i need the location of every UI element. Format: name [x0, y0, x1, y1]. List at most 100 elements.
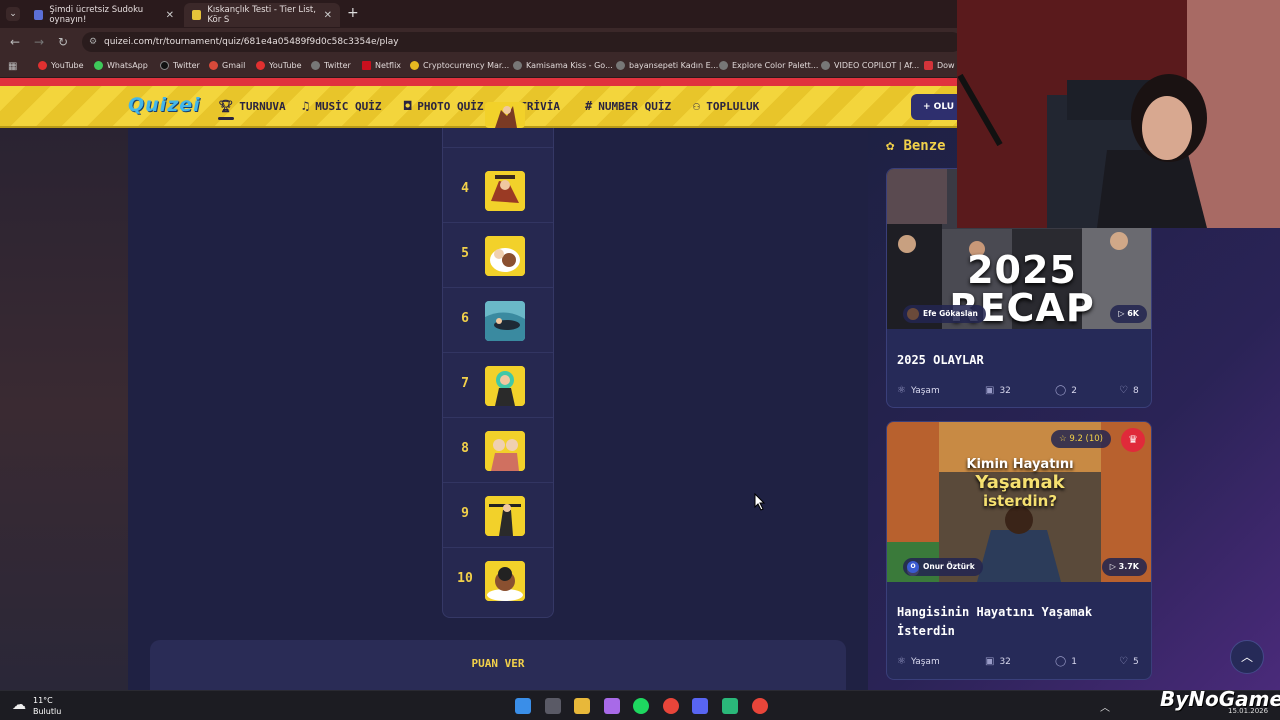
play-icon: ▷	[1118, 309, 1128, 318]
copilot-icon[interactable]	[604, 698, 620, 714]
youtube-icon	[38, 61, 47, 70]
quiz-card-title[interactable]: 2025 OLAYLAR	[897, 351, 984, 370]
avatar: O	[907, 561, 919, 573]
gmail-icon	[209, 61, 218, 70]
rating-badge: ☆ 9.2 (10)	[1051, 430, 1111, 448]
browser-tab-quiz[interactable]: Kıskançlık Testi - Tier List, Kör S ✕	[184, 3, 340, 27]
quiz-category: ⚛ Yaşam	[897, 656, 940, 667]
quiz-category: ⚛ Yaşam	[897, 385, 940, 396]
globe-icon	[821, 61, 830, 70]
comment-count[interactable]: ◯ 1	[1055, 656, 1077, 667]
tray-chevron-icon[interactable]: ︿	[1100, 699, 1110, 714]
streamer-video-frame	[957, 0, 1280, 228]
comment-icon: ◯	[1055, 656, 1067, 667]
left-gutter	[0, 128, 128, 690]
question-count: ▣ 32	[985, 656, 1011, 667]
file-explorer-icon[interactable]	[574, 698, 590, 714]
bookmark-video-copilot[interactable]: VIDEO COPILOT | Af...	[821, 61, 919, 70]
camera-icon: ◘	[404, 99, 412, 113]
comment-count[interactable]: ◯ 2	[1055, 385, 1077, 396]
heart-icon: ♡	[1119, 385, 1128, 396]
music-note-icon: ♫	[302, 99, 310, 113]
weather-icon[interactable]: ☁	[12, 697, 26, 713]
rating-title: PUAN VER	[471, 657, 525, 670]
bookmark-twitter[interactable]: Twitter	[160, 61, 200, 70]
bookmark-bayansepeti[interactable]: bayansepeti Kadın E...	[616, 61, 718, 70]
whatsapp-icon	[94, 61, 103, 70]
category-icon: ⚛	[897, 385, 906, 396]
scroll-to-top-button[interactable]: ︿	[1230, 640, 1264, 674]
question-count: ▣ 32	[985, 385, 1011, 396]
rank-number: 8	[461, 441, 469, 456]
x-icon	[160, 61, 169, 70]
discord-icon[interactable]	[692, 698, 708, 714]
browser-tab-sudoku[interactable]: Şimdi ücretsiz Sudoku oynayın! ✕	[26, 3, 182, 27]
like-count[interactable]: ♡ 8	[1119, 385, 1139, 396]
ranking-row: 7	[443, 354, 553, 418]
bookmark-twitter-2[interactable]: Twitter	[311, 61, 351, 70]
quiz-author-badge[interactable]: O Onur Öztürk	[903, 558, 983, 576]
quizei-favicon-icon	[192, 10, 202, 20]
bookmark-gmail[interactable]: Gmail	[209, 61, 245, 70]
trophy-icon: 🏆︎	[218, 99, 234, 113]
chrome-active-icon[interactable]	[752, 698, 768, 714]
bookmark-whatsapp[interactable]: WhatsApp	[94, 61, 148, 70]
ranking-item-image[interactable]	[485, 431, 525, 471]
close-tab-icon[interactable]: ✕	[166, 10, 174, 21]
images-icon: ▣	[985, 656, 995, 667]
ranking-row: 8	[443, 419, 553, 483]
start-icon[interactable]	[515, 698, 531, 714]
bookmark-download[interactable]: Dow	[924, 61, 955, 70]
mouse-cursor-icon	[754, 493, 766, 511]
nav-active-indicator	[218, 117, 234, 120]
task-view-icon[interactable]	[545, 698, 561, 714]
url-text: quizei.com/tr/tournament/quiz/681e4a0548…	[104, 37, 399, 47]
reload-icon[interactable]: ↻	[58, 35, 68, 49]
nav-music-quiz[interactable]: ♫ MUSİC QUİZ	[302, 99, 381, 113]
forward-icon[interactable]: →	[34, 35, 44, 49]
site-info-icon[interactable]: ⚙	[89, 32, 97, 52]
similar-quizzes-icon: ✿	[886, 138, 895, 154]
close-tab-icon[interactable]: ✕	[324, 10, 332, 21]
tab-title: Kıskançlık Testi - Tier List, Kör S	[207, 5, 316, 25]
comment-icon: ◯	[1055, 385, 1067, 396]
bookmark-youtube[interactable]: YouTube	[38, 61, 84, 70]
quiz-card-image-text: Kimin Hayatını Yaşamak isterdin?	[966, 457, 1074, 510]
quiz-card-title[interactable]: Hangisinin Hayatını Yaşamak İsterdin	[897, 603, 1092, 641]
hash-icon: #	[585, 99, 593, 113]
tab-search-button[interactable]: ⌄	[6, 7, 20, 21]
ranking-item-image[interactable]	[485, 366, 525, 406]
bookmark-netflix[interactable]: Netflix	[362, 61, 401, 70]
bookmark-crypto[interactable]: Cryptocurrency Mar...	[410, 61, 509, 70]
spotify-icon[interactable]	[633, 698, 649, 714]
ranking-row: 10	[443, 549, 553, 613]
clock-date: 15.01.2026	[1228, 707, 1269, 715]
bookmark-color-palette[interactable]: Explore Color Palett...	[719, 61, 818, 70]
bookmark-youtube-2[interactable]: YouTube	[256, 61, 302, 70]
site-logo[interactable]: Quizei	[128, 94, 201, 116]
quiz-author-badge[interactable]: Efe Gökaslan	[903, 305, 986, 323]
url-field[interactable]: ⚙ quizei.com/tr/tournament/quiz/681e4a05…	[82, 32, 962, 52]
play-count-badge: ▷ 6K	[1110, 305, 1147, 323]
nav-community[interactable]: ⚇ TOPLULUK	[693, 99, 759, 113]
ranking-row: 4	[443, 159, 553, 223]
apps-icon[interactable]: ▦	[8, 61, 17, 72]
new-tab-icon[interactable]: +	[347, 5, 359, 21]
weather-widget[interactable]: 11°C Bulutlu	[33, 695, 61, 717]
quiz-card-image: Kimin Hayatını Yaşamak isterdin? ☆ 9.2 (…	[887, 422, 1151, 582]
bookmark-kamisama[interactable]: Kamisama Kiss - Go...	[513, 61, 613, 70]
ranking-item-image[interactable]	[485, 561, 525, 601]
ranking-item-image[interactable]	[485, 171, 525, 211]
ranking-item-image[interactable]	[485, 496, 525, 536]
nav-number-quiz[interactable]: # NUMBER QUİZ	[585, 99, 671, 113]
back-icon[interactable]: ←	[10, 35, 20, 49]
nav-tournament[interactable]: 🏆︎ TURNUVA	[218, 99, 286, 113]
globe-icon	[616, 61, 625, 70]
quiz-card[interactable]: Kimin Hayatını Yaşamak isterdin? ☆ 9.2 (…	[886, 421, 1152, 680]
like-count[interactable]: ♡ 5	[1119, 656, 1139, 667]
app-icon[interactable]	[722, 698, 738, 714]
ranking-item-image[interactable]	[485, 236, 525, 276]
ranking-item-image[interactable]	[485, 301, 525, 341]
chrome-icon[interactable]	[663, 698, 679, 714]
ranking-row: 5	[443, 224, 553, 288]
